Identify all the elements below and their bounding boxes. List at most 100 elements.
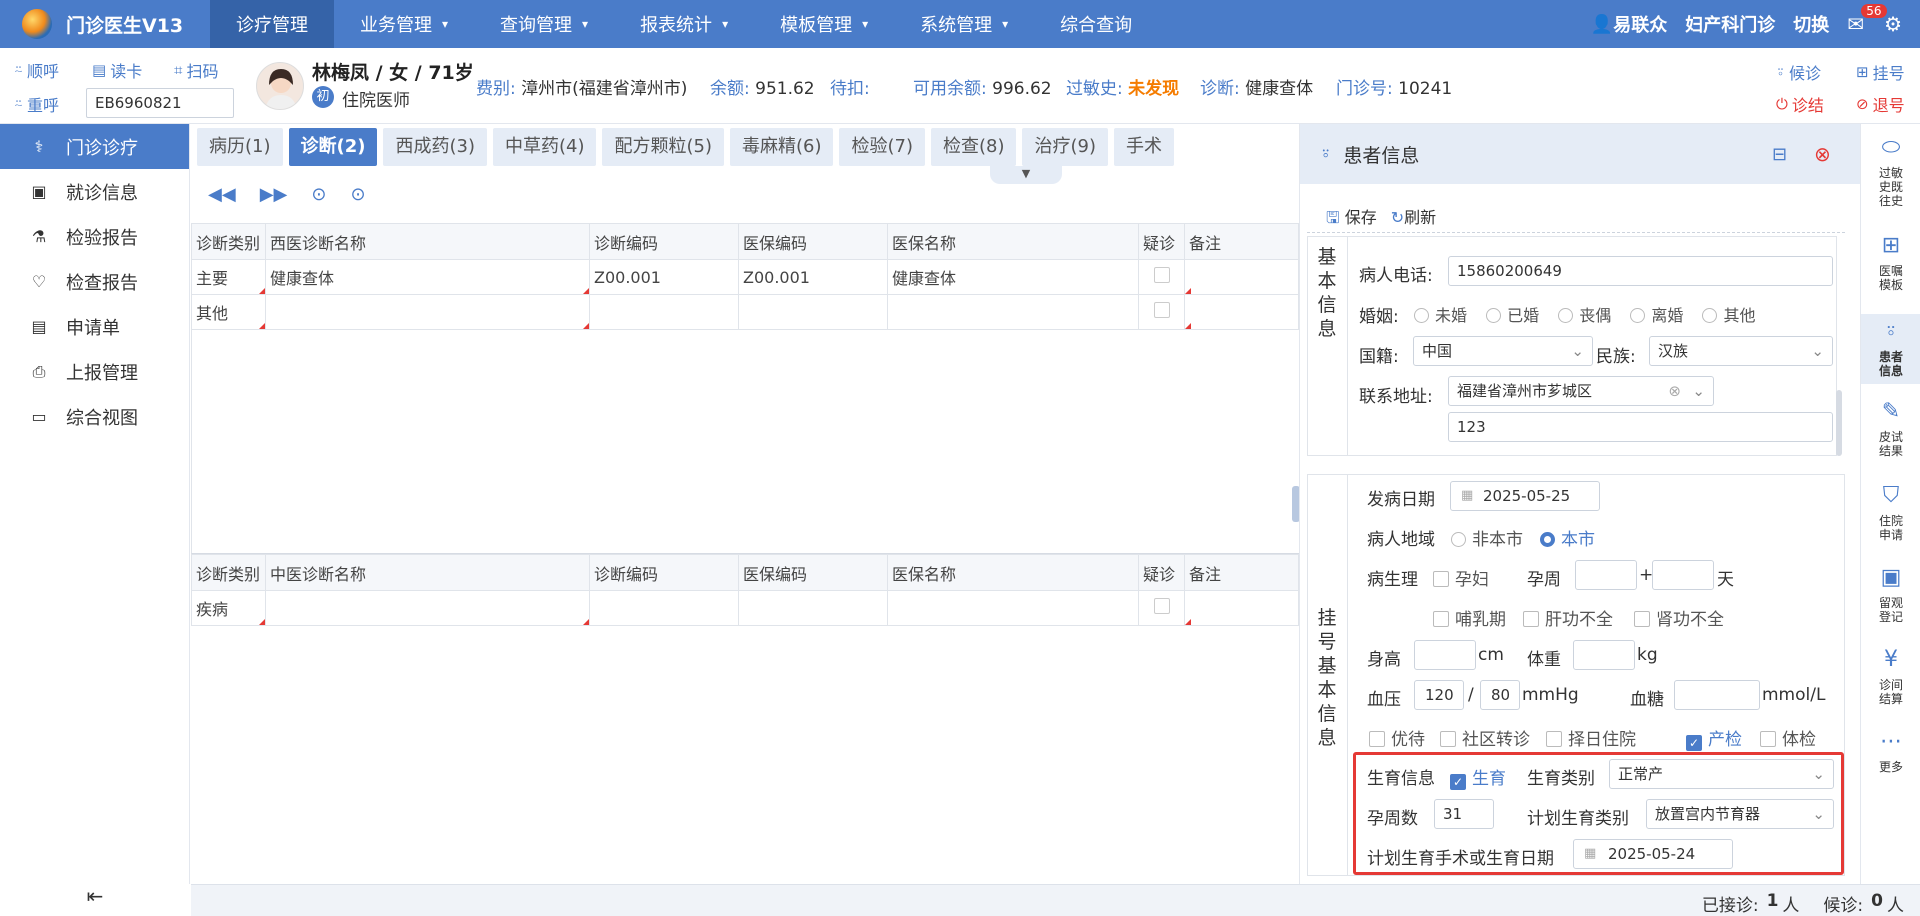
sidebar-item-exam-report[interactable]: ♡ 检查报告 bbox=[0, 259, 189, 304]
tab-herbal-medicine[interactable]: 中草药(4) bbox=[492, 128, 597, 166]
marital-option[interactable]: 未婚 bbox=[1414, 306, 1467, 325]
tab-exam[interactable]: 检查(8) bbox=[930, 128, 1017, 166]
read-card-button[interactable]: ▤ 读卡 bbox=[92, 58, 142, 82]
table-row[interactable]: 主要 健康查体 Z00.001 Z00.001 健康查体 bbox=[191, 259, 1299, 295]
collapse-tabs-handle[interactable]: ▼ bbox=[990, 166, 1062, 184]
suspect-checkbox[interactable] bbox=[1153, 598, 1170, 614]
recall-button[interactable]: ⍨ 重呼 bbox=[14, 92, 59, 116]
cell-code[interactable] bbox=[589, 590, 739, 626]
waiting-button[interactable]: ⍤ 候诊 bbox=[1776, 60, 1821, 84]
cell-ins-code[interactable] bbox=[738, 294, 888, 330]
cell-category[interactable]: 疾病 bbox=[191, 590, 266, 626]
move-right-icon[interactable]: ▶▶ bbox=[260, 184, 288, 205]
birth-checkbox[interactable]: ✓ 生育 bbox=[1450, 764, 1506, 790]
card-number-input[interactable]: EB6960821 bbox=[86, 88, 234, 118]
priority-checkbox[interactable]: 优待 bbox=[1369, 725, 1425, 750]
onset-date-input[interactable]: ▦ 2025-05-25 bbox=[1450, 481, 1600, 511]
suspect-checkbox[interactable] bbox=[1153, 267, 1170, 283]
cell-ins-name[interactable]: 健康查体 bbox=[887, 259, 1139, 295]
move-up-icon[interactable]: ⊙ bbox=[311, 184, 326, 205]
region-radio-local[interactable]: 本市 bbox=[1540, 525, 1595, 550]
nav-item-zonghe[interactable]: 综合查询 bbox=[1034, 0, 1158, 48]
scrollbar[interactable] bbox=[1836, 390, 1842, 456]
scheduled-admission-checkbox[interactable]: 择日住院 bbox=[1546, 725, 1636, 750]
marital-option[interactable]: 已婚 bbox=[1486, 306, 1539, 325]
gestation-day-input[interactable] bbox=[1652, 560, 1714, 590]
sidebar-item-report-mgmt[interactable]: ⎙ 上报管理 bbox=[0, 349, 189, 394]
cell-ins-name[interactable] bbox=[887, 590, 1139, 626]
sidebar-item-outpatient[interactable]: ⚕ 门诊诊疗 bbox=[0, 124, 189, 169]
weight-input[interactable] bbox=[1573, 640, 1635, 670]
gestation-week-input[interactable] bbox=[1575, 560, 1637, 590]
cell-category[interactable]: 其他 bbox=[191, 294, 266, 330]
table-row[interactable]: 其他 bbox=[191, 294, 1299, 330]
scan-button[interactable]: ⌗ 扫码 bbox=[174, 58, 218, 82]
nav-item-muban[interactable]: 模板管理 ▾ bbox=[754, 0, 894, 48]
family-planning-type-select[interactable]: 放置宫内节育器 ⌄ bbox=[1646, 799, 1834, 829]
user-menu[interactable]: 👤 易联众 bbox=[1591, 11, 1667, 37]
patient-info-button[interactable]: ⍤ 患者信息 bbox=[1861, 314, 1920, 384]
liver-checkbox[interactable]: 肝功不全 bbox=[1523, 605, 1613, 630]
cell-name[interactable] bbox=[265, 590, 590, 626]
refresh-button[interactable]: ↻刷新 bbox=[1391, 204, 1436, 234]
tab-lab[interactable]: 检验(7) bbox=[839, 128, 925, 166]
cell-remark[interactable] bbox=[1184, 590, 1299, 626]
gestation-weeks-input[interactable]: 31 bbox=[1434, 799, 1494, 829]
shunhu-button[interactable]: ⍨ 顺呼 bbox=[14, 58, 59, 82]
move-left-icon[interactable]: ◀◀ bbox=[208, 184, 236, 205]
plan-date-input[interactable]: ▦ 2025-05-24 bbox=[1573, 839, 1733, 869]
community-transfer-checkbox[interactable]: 社区转诊 bbox=[1440, 725, 1530, 750]
expand-icon[interactable]: ⊟ bbox=[1772, 144, 1787, 165]
bp-diastolic-input[interactable]: 80 bbox=[1480, 680, 1520, 710]
lactation-checkbox[interactable]: 哺乳期 bbox=[1433, 605, 1506, 630]
cell-ins-code[interactable]: Z00.001 bbox=[738, 259, 888, 295]
nav-item-baobiao[interactable]: 报表统计 ▾ bbox=[614, 0, 754, 48]
glucose-input[interactable] bbox=[1674, 680, 1760, 710]
more-button[interactable]: ⋯ 更多 bbox=[1861, 730, 1920, 775]
collapse-sidebar-icon[interactable]: ⇤ bbox=[0, 884, 190, 916]
cell-suspect[interactable] bbox=[1138, 294, 1185, 330]
sidebar-item-visit-info[interactable]: ▣ 就诊信息 bbox=[0, 169, 189, 214]
address-detail-input[interactable]: 123 bbox=[1448, 412, 1833, 442]
admission-request-button[interactable]: ⛉ 住院申请 bbox=[1861, 484, 1920, 543]
marital-option[interactable]: 其他 bbox=[1702, 306, 1755, 325]
tab-narcotics[interactable]: 毒麻精(6) bbox=[729, 128, 834, 166]
pregnant-checkbox[interactable]: 孕妇 bbox=[1433, 565, 1489, 590]
settings-button[interactable]: ⚙ bbox=[1884, 12, 1902, 36]
cell-code[interactable]: Z00.001 bbox=[589, 259, 739, 295]
ethnic-select[interactable]: 汉族 ⌄ bbox=[1649, 336, 1833, 366]
cancel-register-button[interactable]: ⊘ 退号 bbox=[1856, 92, 1905, 116]
cell-suspect[interactable] bbox=[1138, 590, 1185, 626]
tab-diagnosis[interactable]: 诊断(2) bbox=[288, 128, 378, 166]
sidebar-item-lab-report[interactable]: ⚗ 检验报告 bbox=[0, 214, 189, 259]
cell-ins-code[interactable] bbox=[738, 590, 888, 626]
nav-item-yewu[interactable]: 业务管理 ▾ bbox=[334, 0, 474, 48]
sidebar-item-request[interactable]: ▤ 申请单 bbox=[0, 304, 189, 349]
marital-option[interactable]: 离婚 bbox=[1630, 306, 1683, 325]
kidney-checkbox[interactable]: 肾功不全 bbox=[1634, 605, 1724, 630]
address-select[interactable]: 福建省漳州市芗城区 ⊗ ⌄ bbox=[1448, 376, 1714, 406]
tab-granules[interactable]: 配方颗粒(5) bbox=[602, 128, 724, 166]
nav-item-xitong[interactable]: 系统管理 ▾ bbox=[894, 0, 1034, 48]
mail-button[interactable]: ✉ 56 bbox=[1847, 4, 1887, 36]
order-template-button[interactable]: ⊞ 医嘱模板 bbox=[1861, 234, 1920, 293]
cell-category[interactable]: 主要 bbox=[191, 259, 266, 295]
tab-western-medicine[interactable]: 西成药(3) bbox=[383, 128, 487, 166]
birth-type-select[interactable]: 正常产 ⌄ bbox=[1609, 759, 1834, 789]
switch-button[interactable]: 切换 bbox=[1793, 11, 1829, 37]
prenatal-checkbox[interactable]: ✓ 产检 bbox=[1686, 725, 1742, 751]
move-down-icon[interactable]: ⊙ bbox=[350, 184, 365, 205]
suspect-checkbox[interactable] bbox=[1153, 302, 1170, 318]
physical-exam-checkbox[interactable]: 体检 bbox=[1760, 725, 1816, 750]
observation-button[interactable]: ▣ 留观登记 bbox=[1861, 566, 1920, 625]
phone-input[interactable]: 15860200649 bbox=[1448, 256, 1833, 286]
register-button[interactable]: ⊞ 挂号 bbox=[1856, 60, 1905, 84]
settlement-button[interactable]: ¥ 诊间结算 bbox=[1861, 648, 1920, 707]
height-input[interactable] bbox=[1414, 640, 1476, 670]
nav-item-zhenliao[interactable]: 诊疗管理 bbox=[210, 0, 334, 48]
tab-medical-record[interactable]: 病历(1) bbox=[197, 128, 283, 166]
region-radio-nonlocal[interactable]: 非本市 bbox=[1451, 525, 1523, 550]
close-icon[interactable]: ⊗ bbox=[1814, 142, 1831, 166]
cell-name[interactable]: 健康查体 bbox=[265, 259, 590, 295]
finish-visit-button[interactable]: ⏻ 诊结 bbox=[1776, 92, 1824, 116]
